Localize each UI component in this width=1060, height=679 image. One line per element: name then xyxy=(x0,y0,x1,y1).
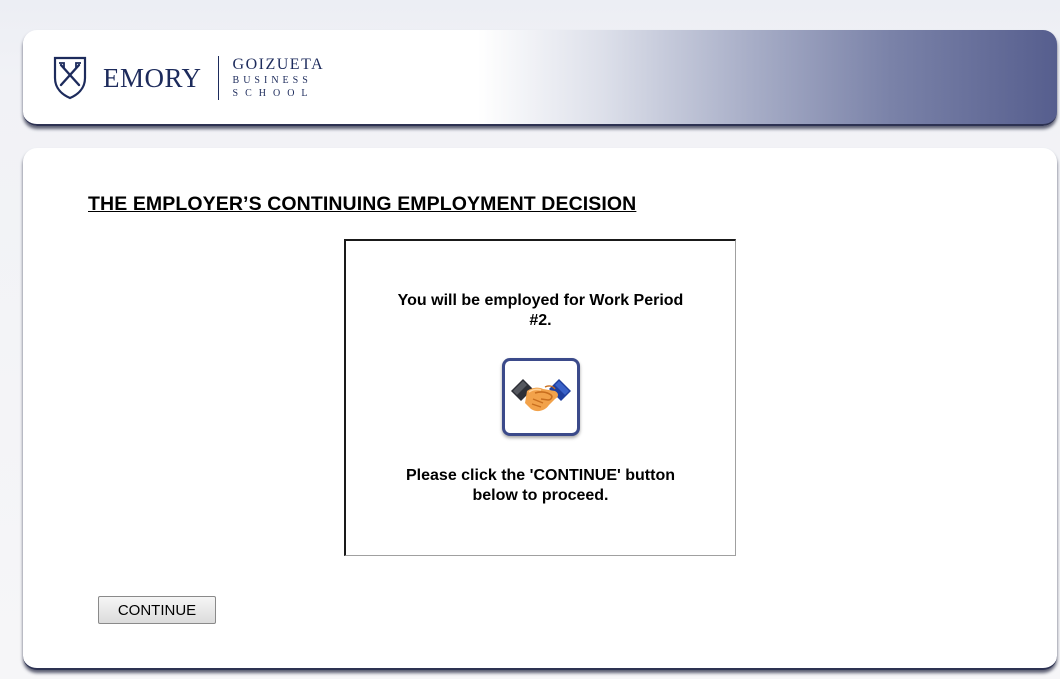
goizueta-business-school-wordmark: GOIZUETA BUSINESS SCHOOL xyxy=(233,57,325,99)
instruction-message: Please click the 'CONTINUE' button below… xyxy=(406,467,675,504)
school-line-3: SCHOOL xyxy=(232,88,315,99)
emory-goizueta-logo: EMORY GOIZUETA BUSINESS SCHOOL xyxy=(53,50,324,106)
logo-divider xyxy=(217,56,219,100)
continue-button[interactable]: CONTINUE xyxy=(98,596,216,624)
emory-wordmark: EMORY xyxy=(103,62,202,93)
decision-message-box: You will be employed for Work Period #2.… xyxy=(344,239,736,556)
header-banner: EMORY GOIZUETA BUSINESS SCHOOL xyxy=(23,30,1057,126)
school-line-2: BUSINESS xyxy=(232,75,312,86)
emory-shield-icon xyxy=(53,56,87,100)
employment-message: You will be employed for Work Period #2. xyxy=(397,292,684,329)
handshake-icon xyxy=(502,358,580,436)
page-title: THE EMPLOYER’S CONTINUING EMPLOYMENT DEC… xyxy=(88,193,637,215)
school-line-1: GOIZUETA xyxy=(232,56,325,73)
content-panel: THE EMPLOYER’S CONTINUING EMPLOYMENT DEC… xyxy=(23,148,1057,670)
